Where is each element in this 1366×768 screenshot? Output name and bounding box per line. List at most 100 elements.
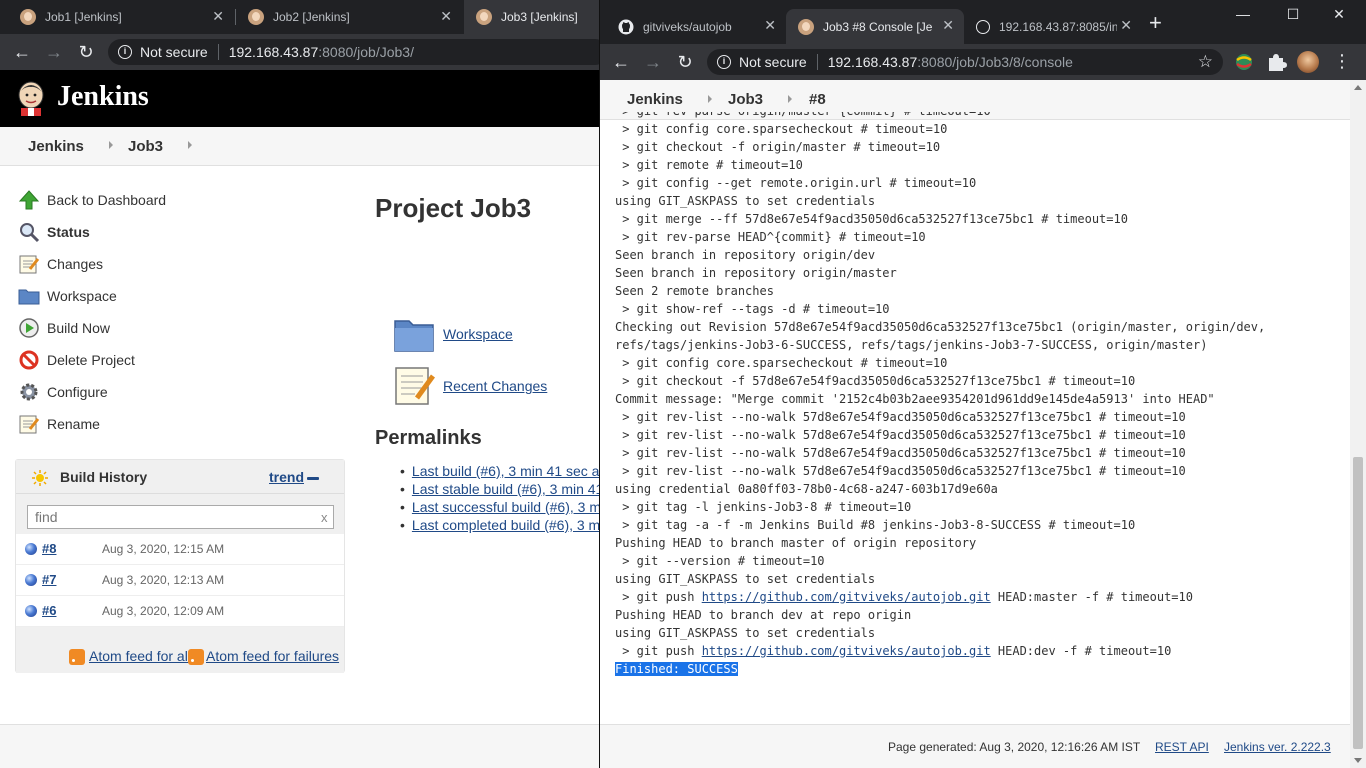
task-configure[interactable]: Configure	[18, 376, 166, 408]
clear-search-icon[interactable]: x	[321, 510, 328, 525]
back-arrow-icon[interactable]: ←	[10, 40, 34, 64]
console-footer: Page generated: Aug 3, 2020, 12:16:26 AM…	[600, 724, 1350, 768]
repo-url-link[interactable]: https://github.com/gitviveks/autojob.git	[702, 590, 991, 604]
info-icon[interactable]: i	[717, 55, 731, 69]
security-label: Not secure	[140, 44, 208, 60]
blue-ball-status-icon	[25, 605, 37, 617]
breadcrumb-arrow-icon[interactable]	[188, 141, 192, 149]
profile-avatar[interactable]	[1297, 51, 1319, 73]
task-workspace[interactable]: Workspace	[18, 280, 166, 312]
build-date[interactable]: Aug 3, 2020, 12:15 AM	[102, 542, 224, 556]
new-tab-plus-icon[interactable]: +	[1149, 12, 1162, 34]
tab-title: Job2 [Jenkins]	[273, 10, 350, 24]
tab-index-html[interactable]: 192.168.43.87:8085/index.html ✕	[964, 9, 1142, 44]
address-bar[interactable]: i Not secure 192.168.43.87:8080/job/Job3…	[108, 39, 608, 65]
info-icon[interactable]: i	[118, 45, 132, 59]
rss-feed-icon[interactable]	[69, 649, 85, 665]
tab-close-icon[interactable]: ✕	[212, 8, 224, 25]
recent-changes-notepad-icon[interactable]	[393, 364, 435, 406]
build-date[interactable]: Aug 3, 2020, 12:09 AM	[102, 604, 224, 618]
breadcrumb-arrow-icon[interactable]	[708, 95, 712, 103]
breadcrumb-jenkins[interactable]: Jenkins	[627, 91, 683, 108]
workspace-folder-icon[interactable]	[393, 313, 435, 355]
magnifier-icon	[20, 223, 40, 243]
tab-job3-console[interactable]: Job3 #8 Console [Jenkins] ✕	[786, 9, 964, 44]
finished-status[interactable]: Finished: SUCCESS	[615, 662, 738, 676]
task-back-to-dashboard[interactable]: Back to Dashboard	[18, 184, 166, 216]
tab-github[interactable]: gitviveks/autojob ✕	[606, 9, 786, 44]
task-status[interactable]: Status	[18, 216, 166, 248]
maximize-icon[interactable]: ☐	[1270, 6, 1316, 23]
permalink-last-build[interactable]: Last build (#6), 3 min 41 sec ago	[400, 463, 599, 481]
bookmark-star-icon[interactable]: ☆	[1198, 52, 1213, 72]
tab-title: Job1 [Jenkins]	[45, 10, 122, 24]
breadcrumb-job3[interactable]: Job3	[728, 91, 763, 108]
build-number-link[interactable]: #6	[42, 603, 56, 618]
sun-weather-icon	[32, 470, 48, 486]
scroll-down-arrow-icon[interactable]	[1354, 758, 1362, 763]
jenkins-version-link[interactable]: Jenkins ver. 2.222.3	[1224, 740, 1331, 754]
scroll-thumb[interactable]	[1353, 457, 1363, 749]
address-bar[interactable]: i Not secure 192.168.43.87:8080/job/Job3…	[707, 49, 1223, 75]
rss-feed-icon[interactable]	[188, 649, 204, 665]
task-changes[interactable]: Changes	[18, 248, 166, 280]
extensions-puzzle-icon[interactable]	[1265, 51, 1287, 73]
breadcrumb-job3[interactable]: Job3	[128, 138, 163, 155]
task-label: Back to Dashboard	[47, 192, 167, 208]
tab-close-icon[interactable]: ✕	[1120, 17, 1132, 34]
build-search-input[interactable]: find	[27, 505, 334, 529]
jenkins-favicon-icon	[20, 9, 36, 25]
workspace-link[interactable]: Workspace	[443, 326, 513, 342]
permalink-text[interactable]: Last build (#6), 3 min 41 sec ago	[412, 463, 599, 479]
permalink-last-completed[interactable]: Last completed build (#6), 3 min 41 sec …	[400, 517, 599, 535]
rest-api-link[interactable]: REST API	[1155, 740, 1209, 754]
collapse-icon[interactable]	[307, 477, 319, 480]
back-arrow-icon[interactable]: ←	[609, 50, 633, 74]
tab-close-icon[interactable]: ✕	[440, 8, 452, 25]
breadcrumb-arrow-icon[interactable]	[788, 95, 792, 103]
scroll-up-arrow-icon[interactable]	[1354, 85, 1362, 90]
breadcrumb-jenkins[interactable]: Jenkins	[28, 138, 84, 155]
permalink-text[interactable]: Last completed build (#6), 3 min 41 sec …	[412, 517, 599, 533]
build-row[interactable]: #8 Aug 3, 2020, 12:15 AM	[16, 534, 344, 565]
tab-close-icon[interactable]: ✕	[764, 17, 776, 34]
breadcrumb-build-8[interactable]: #8	[809, 91, 826, 108]
forward-arrow-icon[interactable]: →	[42, 40, 66, 64]
console-line: > git tag -l jenkins-Job3-8 # timeout=10	[615, 500, 912, 514]
console-scrollbar[interactable]	[1350, 80, 1366, 768]
permalinks-title: Permalinks	[375, 427, 482, 449]
jenkins-logo-icon[interactable]	[16, 80, 46, 116]
task-rename[interactable]: Rename	[18, 408, 166, 440]
reload-icon[interactable]: ↻	[673, 50, 697, 74]
build-row[interactable]: #6 Aug 3, 2020, 12:09 AM	[16, 596, 344, 627]
repo-url-link[interactable]: https://github.com/gitviveks/autojob.git	[702, 644, 991, 658]
permalink-text[interactable]: Last successful build (#6), 3 min 41 sec…	[412, 499, 599, 515]
task-build-now[interactable]: Build Now	[18, 312, 166, 344]
forward-arrow-icon[interactable]: →	[641, 50, 665, 74]
atom-feed-failures-link[interactable]: Atom feed for failures	[206, 648, 339, 664]
minimize-icon[interactable]: —	[1220, 6, 1266, 22]
console-line: using credential 0a80ff03-78b0-4c68-a247…	[615, 482, 998, 496]
tab-job3[interactable]: Job3 [Jenkins]	[464, 0, 600, 34]
build-date[interactable]: Aug 3, 2020, 12:13 AM	[102, 573, 224, 587]
close-window-icon[interactable]: ✕	[1316, 6, 1362, 23]
task-delete-project[interactable]: Delete Project	[18, 344, 166, 376]
reload-icon[interactable]: ↻	[74, 40, 98, 64]
permalink-last-successful[interactable]: Last successful build (#6), 3 min 41 sec…	[400, 499, 599, 517]
tab-close-icon[interactable]: ✕	[942, 17, 954, 34]
permalink-text[interactable]: Last stable build (#6), 3 min 41 sec ago	[412, 481, 599, 497]
jenkins-title[interactable]: Jenkins	[57, 81, 149, 113]
build-number-link[interactable]: #8	[42, 541, 56, 556]
tab-job1[interactable]: Job1 [Jenkins] ✕	[8, 0, 234, 34]
notepad-icon	[19, 415, 40, 434]
trend-link[interactable]: trend	[269, 469, 304, 485]
extension-globe-icon[interactable]	[1233, 51, 1255, 73]
more-menu-icon[interactable]: ⋮	[1333, 51, 1351, 71]
breadcrumb-arrow-icon[interactable]	[109, 141, 113, 149]
recent-changes-link[interactable]: Recent Changes	[443, 378, 547, 394]
atom-feed-all-link[interactable]: Atom feed for all	[89, 648, 191, 664]
build-number-link[interactable]: #7	[42, 572, 56, 587]
build-row[interactable]: #7 Aug 3, 2020, 12:13 AM	[16, 565, 344, 596]
tab-job2[interactable]: Job2 [Jenkins] ✕	[236, 0, 462, 34]
permalink-last-stable[interactable]: Last stable build (#6), 3 min 41 sec ago	[400, 481, 599, 499]
